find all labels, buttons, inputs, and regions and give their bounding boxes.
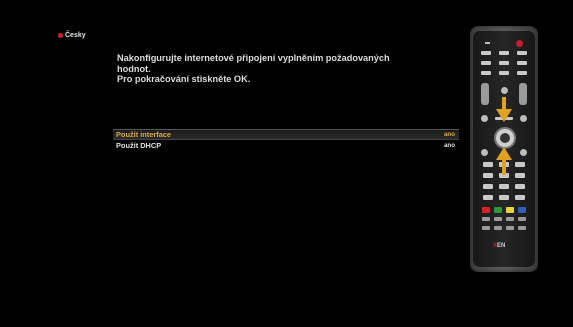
remote-button <box>518 217 526 221</box>
instruction-line: hodnot. <box>117 63 151 74</box>
number-button <box>483 184 493 189</box>
brand-logo: XEN <box>493 243 505 249</box>
remote-button <box>481 71 491 75</box>
remote-button <box>499 51 509 55</box>
remote-button <box>520 149 527 156</box>
setting-row-use-dhcp[interactable]: Použít DHCP ano <box>113 141 459 150</box>
remote-button <box>520 115 527 122</box>
remote-button <box>518 226 526 230</box>
remote-control-illustration: XEN <box>470 26 538 272</box>
language-label: Česky <box>65 32 86 39</box>
mute-icon <box>485 42 490 44</box>
remote-button <box>506 217 514 221</box>
remote-button <box>482 226 490 230</box>
remote-button <box>481 51 491 55</box>
language-indicator: Česky <box>58 32 86 39</box>
number-button <box>499 184 509 189</box>
remote-button <box>506 226 514 230</box>
number-button <box>515 173 525 178</box>
volume-rocker <box>481 83 489 105</box>
remote-body: XEN <box>473 31 535 267</box>
remote-button <box>517 61 527 65</box>
channel-rocker <box>519 83 527 105</box>
red-button-icon <box>482 207 490 213</box>
remote-button <box>494 226 502 230</box>
power-icon <box>516 40 523 47</box>
brand-suffix: EN <box>497 243 506 249</box>
green-button-icon <box>494 207 502 213</box>
number-button <box>483 173 493 178</box>
remote-button <box>517 51 527 55</box>
settings-list: Použít interface ano Použít DHCP ano <box>113 129 459 150</box>
remote-button <box>501 87 508 94</box>
number-button <box>499 195 509 200</box>
yellow-button-icon <box>506 207 514 213</box>
remote-button <box>481 149 488 156</box>
setting-row-use-interface[interactable]: Použít interface ano <box>113 129 459 140</box>
arrow-down-icon <box>496 97 512 122</box>
number-button <box>515 184 525 189</box>
remote-button <box>499 61 509 65</box>
setting-value: ano <box>443 142 455 149</box>
number-button <box>483 162 493 167</box>
remote-button <box>482 217 490 221</box>
arrow-up-icon <box>496 147 512 175</box>
number-button <box>515 195 525 200</box>
remote-button <box>499 71 509 75</box>
setting-label: Použít interface <box>116 130 172 139</box>
instruction-line: Nakonfigurujte internetové připojení vyp… <box>117 53 390 63</box>
blue-button-icon <box>518 207 526 213</box>
remote-button <box>494 217 502 221</box>
number-button <box>483 195 493 200</box>
setting-label: Použít DHCP <box>116 141 162 150</box>
remote-button <box>481 61 491 65</box>
flag-icon <box>58 33 63 38</box>
tv-screen: Česky Nakonfigurujte internetové připoje… <box>0 0 573 327</box>
number-button <box>515 162 525 167</box>
setting-value: ano <box>443 131 455 138</box>
instructions-text: Nakonfigurujte internetové připojení vyp… <box>117 53 447 85</box>
remote-button <box>481 115 488 122</box>
remote-button <box>517 71 527 75</box>
instruction-line: Pro pokračování stiskněte OK. <box>117 74 251 85</box>
ok-button-icon <box>500 133 510 143</box>
